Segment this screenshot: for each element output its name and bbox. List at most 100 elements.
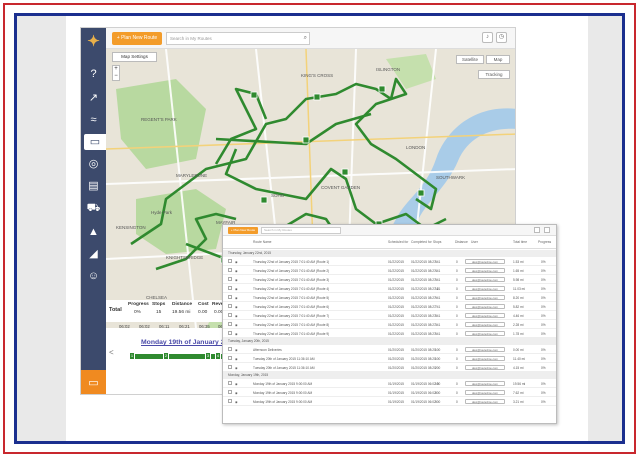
- row-user-email[interactable]: alex@route4me.com: [465, 331, 505, 336]
- column-header[interactable]: Total time: [513, 240, 527, 244]
- routes-icon[interactable]: ≈: [84, 112, 103, 128]
- book-icon[interactable]: ▤: [84, 178, 103, 194]
- table-row[interactable]: ◉ Thursday 22nd of January 2015 7:01:40 A…: [223, 293, 556, 302]
- table-row[interactable]: ◉ Thursday 22nd of January 2015 7:01:40 A…: [223, 257, 556, 266]
- timeline-stop[interactable]: 4: [215, 352, 221, 360]
- analytics-icon[interactable]: ▲: [84, 224, 103, 240]
- column-header[interactable]: Stops: [433, 240, 441, 244]
- table-row[interactable]: ◉ Tuesday 20th of January 2015 11:36:10 A…: [223, 354, 556, 363]
- column-header[interactable]: Completed for: [411, 240, 432, 244]
- row-checkbox[interactable]: [228, 347, 232, 351]
- row-checkbox[interactable]: [228, 295, 232, 299]
- row-user-email[interactable]: alex@route4me.com: [465, 390, 505, 395]
- tracking-button[interactable]: Tracking: [478, 70, 510, 79]
- route-map-icon[interactable]: ◉: [235, 400, 238, 404]
- row-cell[interactable]: Tuesday 20th of January 2015 11:36:10 AM: [253, 366, 315, 370]
- timeline-stop[interactable]: 1: [129, 352, 135, 360]
- row-cell[interactable]: Afternoon Deliveries: [253, 348, 282, 352]
- row-cell[interactable]: Thursday 22nd of January 2015 7:01:40 AM…: [253, 296, 329, 300]
- route-map-icon[interactable]: ◉: [235, 278, 238, 282]
- route-map-icon[interactable]: ◉: [235, 314, 238, 318]
- column-header[interactable]: Progress: [538, 240, 551, 244]
- zoom-out-icon[interactable]: −: [113, 73, 119, 80]
- row-checkbox[interactable]: [228, 356, 232, 360]
- row-user-email[interactable]: alex@route4me.com: [465, 347, 505, 352]
- table-row[interactable]: ◉ Thursday 22nd of January 2015 7:01:40 A…: [223, 320, 556, 329]
- row-user-email[interactable]: alex@route4me.com: [465, 381, 505, 386]
- map-icon[interactable]: ▭: [84, 134, 106, 150]
- row-user-email[interactable]: alex@route4me.com: [465, 259, 505, 264]
- row-cell[interactable]: Thursday 22nd of January 2015 7:01:40 AM…: [253, 323, 329, 327]
- route-map-icon[interactable]: ◉: [235, 296, 238, 300]
- plan-new-route-button[interactable]: + Plan New Route: [112, 32, 162, 45]
- row-cell[interactable]: Tuesday 20th of January 2015 11:36:10 AM: [253, 357, 315, 361]
- row-cell[interactable]: Thursday 22nd of January 2015 7:01:40 AM…: [253, 269, 329, 273]
- timeline-stop[interactable]: 2: [163, 352, 169, 360]
- truck-icon[interactable]: ⛟: [84, 200, 103, 216]
- row-user-email[interactable]: alex@route4me.com: [465, 356, 505, 361]
- row-user-email[interactable]: alex@route4me.com: [465, 313, 505, 318]
- map-settings-button[interactable]: Map Settings: [112, 52, 157, 62]
- map-toggle[interactable]: Map: [486, 55, 510, 64]
- table-row[interactable]: ◉ Monday 19th of January 2015 9:00:00 AM 0…: [223, 397, 556, 406]
- row-cell[interactable]: Monday 19th of January 2015 9:00:00 AM: [253, 400, 312, 404]
- logo-icon[interactable]: ✦: [85, 33, 102, 50]
- table-settings-icon[interactable]: [544, 227, 550, 233]
- table-plan-route-button[interactable]: + Plan New Route: [228, 227, 258, 234]
- row-checkbox[interactable]: [228, 331, 232, 335]
- route-map-icon[interactable]: ◉: [235, 287, 238, 291]
- row-user-email[interactable]: alex@route4me.com: [465, 304, 505, 309]
- row-checkbox[interactable]: [228, 313, 232, 317]
- row-user-email[interactable]: alex@route4me.com: [465, 295, 505, 300]
- table-row[interactable]: ◉ Thursday 22nd of January 2015 7:01:40 A…: [223, 275, 556, 284]
- reports-icon[interactable]: ◢: [84, 246, 103, 262]
- table-row[interactable]: ◉ Thursday 22nd of January 2015 7:01:40 A…: [223, 284, 556, 293]
- route-map-icon[interactable]: ◉: [235, 269, 238, 273]
- row-checkbox[interactable]: [228, 390, 232, 394]
- search-icon[interactable]: ⌕: [304, 33, 307, 44]
- row-user-email[interactable]: alex@route4me.com: [465, 365, 505, 370]
- row-cell[interactable]: Thursday 22nd of January 2015 7:01:40 AM…: [253, 332, 329, 336]
- zoom-in-icon[interactable]: +: [113, 66, 119, 73]
- row-checkbox[interactable]: [228, 304, 232, 308]
- table-notifications-icon[interactable]: [534, 227, 540, 233]
- row-cell[interactable]: Monday 19th of January 2015 9:00:00 AM: [253, 382, 312, 386]
- route-map-icon[interactable]: ◉: [235, 366, 238, 370]
- row-checkbox[interactable]: [228, 277, 232, 281]
- timeline-stop[interactable]: 3: [205, 352, 211, 360]
- row-cell[interactable]: Thursday 22nd of January 2015 7:01:40 AM…: [253, 305, 329, 309]
- new-route-icon[interactable]: ↗: [84, 90, 103, 106]
- route-map-icon[interactable]: ◉: [235, 332, 238, 336]
- column-header[interactable]: Scheduled for: [388, 240, 408, 244]
- table-row[interactable]: ◉ Afternoon Deliveries 01/20/2015 01/20/201…: [223, 345, 556, 354]
- users-icon[interactable]: ☺: [84, 268, 103, 284]
- table-row[interactable]: ◉ Monday 19th of January 2015 9:00:00 AM 0…: [223, 379, 556, 388]
- table-row[interactable]: ◉ Thursday 22nd of January 2015 7:01:40 A…: [223, 266, 556, 275]
- row-user-email[interactable]: alex@route4me.com: [465, 322, 505, 327]
- notifications-icon[interactable]: ♪: [482, 32, 493, 43]
- row-cell[interactable]: Thursday 22nd of January 2015 7:01:40 AM…: [253, 278, 329, 282]
- row-user-email[interactable]: alex@route4me.com: [465, 268, 505, 273]
- settings-icon[interactable]: ◷: [496, 32, 507, 43]
- help-icon[interactable]: ?: [84, 66, 103, 82]
- search-input[interactable]: Search in My Routes ⌕: [166, 32, 310, 45]
- row-checkbox[interactable]: [228, 399, 232, 403]
- row-checkbox[interactable]: [228, 322, 232, 326]
- row-cell[interactable]: Thursday 22nd of January 2015 7:01:40 AM…: [253, 287, 329, 291]
- table-row[interactable]: ◉ Tuesday 20th of January 2015 11:36:10 A…: [223, 363, 556, 372]
- column-header[interactable]: Route Name: [253, 240, 272, 244]
- route-map-icon[interactable]: ◉: [235, 382, 238, 386]
- column-header[interactable]: User: [471, 240, 478, 244]
- table-row[interactable]: ◉ Thursday 22nd of January 2015 7:01:40 A…: [223, 311, 556, 320]
- row-cell[interactable]: Monday 19th of January 2015 9:00:00 AM: [253, 391, 312, 395]
- column-header[interactable]: Distance: [455, 240, 468, 244]
- zoom-control[interactable]: + −: [112, 65, 120, 81]
- route-map-icon[interactable]: ◉: [235, 391, 238, 395]
- route-map-icon[interactable]: ◉: [235, 305, 238, 309]
- timeline-prev-icon[interactable]: <: [109, 348, 114, 357]
- chat-icon[interactable]: ▭: [81, 370, 106, 394]
- route-map-icon[interactable]: ◉: [235, 323, 238, 327]
- table-row[interactable]: ◉ Thursday 22nd of January 2015 7:01:40 A…: [223, 329, 556, 338]
- satellite-toggle[interactable]: Satellite: [456, 55, 484, 64]
- row-user-email[interactable]: alex@route4me.com: [465, 286, 505, 291]
